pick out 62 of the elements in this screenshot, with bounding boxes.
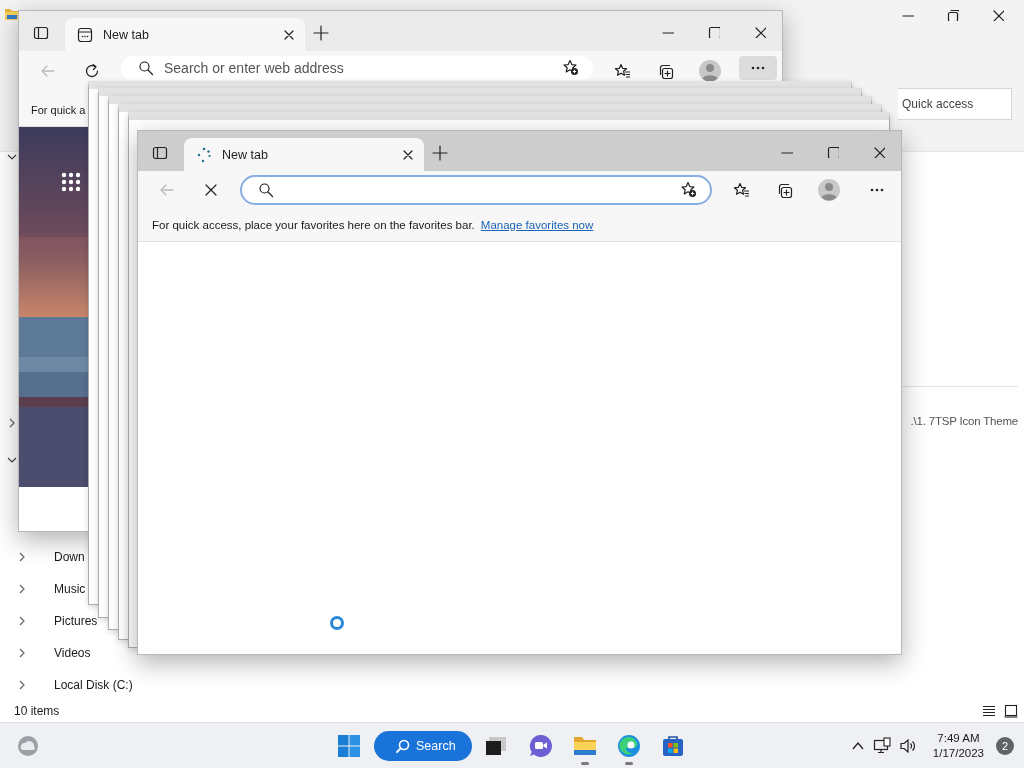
store-icon[interactable] <box>661 733 685 758</box>
chevron-right-icon[interactable] <box>17 584 27 594</box>
search-icon <box>138 60 154 76</box>
close-icon[interactable] <box>402 148 414 161</box>
busy-cursor-icon <box>327 613 347 633</box>
chevron-right-icon[interactable] <box>17 680 27 690</box>
nav-item[interactable]: Music <box>54 582 86 596</box>
collections-icon[interactable] <box>777 182 793 198</box>
favorites-icon[interactable] <box>614 63 630 79</box>
favorites-bar-message: For quick access, place your favorites here on the favorites bar. <box>152 219 475 231</box>
favorites-bar-message: For quick a <box>31 104 86 116</box>
volume-icon[interactable] <box>898 736 917 755</box>
chevron-right-icon[interactable] <box>17 616 27 626</box>
search-field[interactable]: Quick access <box>898 88 1012 120</box>
search-icon <box>258 182 274 198</box>
details-view-icon[interactable] <box>982 704 996 718</box>
search-button[interactable]: Search <box>374 730 472 761</box>
tab-title: New tab <box>103 27 150 42</box>
folder-path-text: .\1. 7TSP Icon Theme <box>910 415 1018 427</box>
browser-icon[interactable] <box>617 733 641 758</box>
profile-avatar-icon[interactable] <box>699 60 721 82</box>
folder-icon <box>4 6 20 22</box>
profile-avatar-icon[interactable] <box>818 179 840 201</box>
nav-item[interactable]: Videos <box>54 646 91 660</box>
tiles-view-icon[interactable] <box>1004 704 1018 718</box>
close-icon[interactable] <box>283 28 295 41</box>
collections-icon[interactable] <box>658 63 674 79</box>
nav-item[interactable]: Down <box>54 550 85 564</box>
new-tab-icon[interactable] <box>432 145 448 161</box>
sidebar-icon[interactable] <box>152 145 168 161</box>
apps-grid-icon[interactable] <box>61 172 81 192</box>
clock-time[interactable]: 7:49 AM <box>937 730 980 746</box>
browser-tab[interactable]: New tab <box>65 18 305 51</box>
browser-tab[interactable]: New tab <box>184 138 424 171</box>
add-favorite-icon[interactable] <box>680 181 698 199</box>
item-count: 10 items <box>14 704 60 718</box>
chevron-down-icon[interactable] <box>7 455 17 465</box>
start-icon[interactable] <box>337 733 361 758</box>
notification-badge[interactable]: 2 <box>996 736 1014 755</box>
restore-icon[interactable] <box>946 7 959 21</box>
maximize-icon[interactable] <box>825 144 839 158</box>
chevron-down-icon[interactable] <box>7 152 17 162</box>
clock-date[interactable]: 1/17/2023 <box>932 745 984 761</box>
stop-icon[interactable] <box>203 182 219 198</box>
tab-title: New tab <box>222 147 269 162</box>
chevron-right-icon[interactable] <box>17 648 27 658</box>
add-favorite-icon[interactable] <box>562 59 580 77</box>
maximize-icon[interactable] <box>706 24 720 38</box>
address-bar[interactable]: Search or enter web address <box>121 56 593 80</box>
network-icon[interactable] <box>872 736 891 755</box>
chat-icon[interactable] <box>529 733 553 758</box>
chevron-right-icon[interactable] <box>17 552 27 562</box>
manage-favorites-link[interactable]: Manage favorites now <box>480 219 594 231</box>
search-icon <box>396 738 410 753</box>
sidebar-icon[interactable] <box>33 25 49 41</box>
nav-item[interactable]: Pictures <box>54 614 98 628</box>
new-tab-icon[interactable] <box>313 25 329 41</box>
chevron-right-icon[interactable] <box>7 418 17 428</box>
favorites-icon[interactable] <box>733 182 749 198</box>
address-field[interactable]: Search or enter web address <box>164 60 552 76</box>
nav-item[interactable]: Local Disk (C:) <box>54 678 133 692</box>
refresh-icon[interactable] <box>84 63 100 79</box>
